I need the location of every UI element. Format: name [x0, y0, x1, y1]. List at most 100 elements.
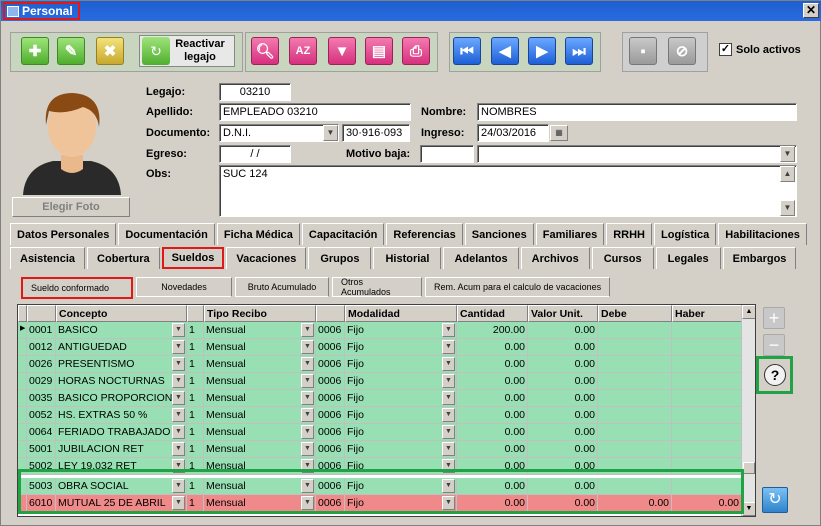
- reactivar-legajo-button[interactable]: ↻ Reactivar legajo: [139, 35, 235, 67]
- table-row[interactable]: 0064 FERIADO TRABAJADO ▼ 1 Mensual ▼ 0006 Fijo ▼…: [18, 424, 742, 441]
- scroll-thumb[interactable]: [743, 462, 755, 474]
- tab-logistica[interactable]: Logística: [654, 223, 717, 245]
- valor-unit-cell[interactable]: 0.00: [528, 407, 598, 424]
- tipo-code-cell[interactable]: 1: [187, 373, 204, 390]
- chevron-down-icon[interactable]: ▼: [442, 425, 455, 439]
- delete-icon[interactable]: ✖: [96, 37, 124, 65]
- tab-datos-personales[interactable]: Datos Personales: [10, 223, 117, 245]
- tipo-code-cell[interactable]: 1: [187, 322, 204, 339]
- tab-ficha-medica[interactable]: Ficha Médica: [216, 223, 300, 245]
- row-indicator-cell[interactable]: [18, 373, 27, 390]
- cantidad-cell[interactable]: 0.00: [457, 356, 528, 373]
- modalidad-cell[interactable]: Fijo: [345, 407, 457, 424]
- tab-grupos[interactable]: Grupos: [308, 247, 372, 269]
- edit-icon[interactable]: ✎: [57, 37, 85, 65]
- tab-historial[interactable]: Historial: [373, 247, 442, 269]
- chevron-down-icon[interactable]: ▼: [301, 323, 314, 337]
- tipo-code-cell[interactable]: 1: [187, 407, 204, 424]
- chevron-down-icon[interactable]: ▼: [442, 323, 455, 337]
- tab-archivos[interactable]: Archivos: [520, 247, 590, 269]
- chevron-down-icon[interactable]: ▼: [301, 408, 314, 422]
- tipo-recibo-cell[interactable]: Mensual: [204, 322, 316, 339]
- concepto-name-cell[interactable]: ANTIGUEDAD: [56, 339, 187, 356]
- motivo-baja-select[interactable]: [477, 145, 797, 163]
- documento-tipo-select[interactable]: D.N.I.: [219, 124, 339, 142]
- table-row[interactable]: 0029 HORAS NOCTURNAS ▼ 1 Mensual ▼ 0006 Fijo ▼ 0.…: [18, 373, 742, 390]
- tab-capacitacion[interactable]: Capacitación: [301, 223, 385, 245]
- subtab-otros-acumulados[interactable]: Otros Acumulados: [332, 277, 422, 297]
- ingreso-field[interactable]: 24/03/2016: [477, 124, 549, 142]
- tipo-code-cell[interactable]: 1: [187, 356, 204, 373]
- tipo-recibo-cell[interactable]: Mensual: [204, 390, 316, 407]
- cantidad-cell[interactable]: 0.00: [457, 441, 528, 458]
- concepto-name-cell[interactable]: JUBILACION RET: [56, 441, 187, 458]
- elegir-foto-button[interactable]: Elegir Foto: [12, 197, 130, 217]
- add-row-icon[interactable]: +: [763, 307, 785, 329]
- modalidad-code-cell[interactable]: 0006: [316, 441, 345, 458]
- tipo-code-cell[interactable]: 1: [187, 441, 204, 458]
- modalidad-cell[interactable]: Fijo: [345, 424, 457, 441]
- scroll-down-icon[interactable]: ▼: [742, 502, 755, 516]
- cancel-icon[interactable]: ⊘: [668, 37, 696, 65]
- valor-unit-cell[interactable]: 0.00: [528, 322, 598, 339]
- chevron-down-icon[interactable]: ▼: [172, 391, 185, 405]
- filter-icon[interactable]: ▼: [328, 37, 356, 65]
- debe-cell[interactable]: [598, 356, 672, 373]
- header-modalidad[interactable]: Modalidad: [345, 305, 457, 322]
- chevron-down-icon[interactable]: ▼: [442, 374, 455, 388]
- cantidad-cell[interactable]: 0.00: [457, 407, 528, 424]
- subtab-sueldo-conformado[interactable]: Sueldo conformado: [21, 277, 133, 299]
- legajo-field[interactable]: 03210: [219, 83, 291, 101]
- chevron-down-icon[interactable]: ▼: [301, 391, 314, 405]
- chevron-down-icon[interactable]: ▼: [172, 408, 185, 422]
- tipo-recibo-cell[interactable]: Mensual: [204, 373, 316, 390]
- concepto-code-cell[interactable]: 0026: [27, 356, 56, 373]
- concepto-code-cell[interactable]: 0064: [27, 424, 56, 441]
- row-indicator-cell[interactable]: [18, 407, 27, 424]
- chevron-down-icon[interactable]: ▼: [442, 340, 455, 354]
- help-icon[interactable]: ?: [764, 364, 786, 386]
- tab-asistencia[interactable]: Asistencia: [10, 247, 86, 269]
- modalidad-code-cell[interactable]: 0006: [316, 407, 345, 424]
- modalidad-code-cell[interactable]: 0006: [316, 424, 345, 441]
- tipo-code-cell[interactable]: 1: [187, 390, 204, 407]
- table-row[interactable]: 0026 PRESENTISMO ▼ 1 Mensual ▼ 0006 Fijo ▼ 0.00 0.…: [18, 356, 742, 373]
- tipo-code-cell[interactable]: 1: [187, 339, 204, 356]
- haber-cell[interactable]: [672, 407, 742, 424]
- tab-sanciones[interactable]: Sanciones: [464, 223, 534, 245]
- motivo-code-field[interactable]: [420, 145, 474, 163]
- chevron-down-icon[interactable]: ▼: [442, 391, 455, 405]
- refresh-icon[interactable]: ↻: [762, 487, 788, 513]
- chevron-down-icon[interactable]: ▼: [323, 125, 338, 141]
- remove-row-icon[interactable]: −: [763, 334, 785, 356]
- tab-legales[interactable]: Legales: [655, 247, 721, 269]
- header-cantidad[interactable]: Cantidad: [457, 305, 528, 322]
- concepto-name-cell[interactable]: FERIADO TRABAJADO: [56, 424, 187, 441]
- chevron-down-icon[interactable]: ▼: [172, 357, 185, 371]
- concepto-code-cell[interactable]: 0035: [27, 390, 56, 407]
- cantidad-cell[interactable]: 0.00: [457, 424, 528, 441]
- tipo-recibo-cell[interactable]: Mensual: [204, 407, 316, 424]
- print-icon[interactable]: ⎙: [402, 37, 430, 65]
- table-row[interactable]: 0052 HS. EXTRAS 50 % ▼ 1 Mensual ▼ 0006 Fijo ▼ 0.…: [18, 407, 742, 424]
- valor-unit-cell[interactable]: 0.00: [528, 356, 598, 373]
- concepto-code-cell[interactable]: 5001: [27, 441, 56, 458]
- concepto-code-cell[interactable]: 0029: [27, 373, 56, 390]
- tab-embargos[interactable]: Embargos: [722, 247, 797, 269]
- table-row[interactable]: ▶ 0001 BASICO ▼ 1 Mensual ▼ 0006 Fijo ▼ 200.00 0.00: [18, 322, 742, 339]
- close-button[interactable]: ✕: [803, 3, 819, 18]
- first-record-icon[interactable]: ⏮: [453, 37, 481, 65]
- header-debe[interactable]: Debe: [598, 305, 672, 322]
- calendar-icon[interactable]: ▦: [550, 125, 568, 141]
- chevron-down-icon[interactable]: ▼: [301, 442, 314, 456]
- save-icon[interactable]: ▪: [629, 37, 657, 65]
- valor-unit-cell[interactable]: 0.00: [528, 339, 598, 356]
- haber-cell[interactable]: [672, 339, 742, 356]
- chevron-down-icon[interactable]: ▼: [172, 425, 185, 439]
- chevron-down-icon[interactable]: ▼: [442, 408, 455, 422]
- row-indicator-cell[interactable]: [18, 424, 27, 441]
- tab-habilitaciones[interactable]: Habilitaciones: [718, 223, 807, 245]
- cantidad-cell[interactable]: 0.00: [457, 373, 528, 390]
- chevron-down-icon[interactable]: ▼: [301, 357, 314, 371]
- row-indicator-cell[interactable]: [18, 441, 27, 458]
